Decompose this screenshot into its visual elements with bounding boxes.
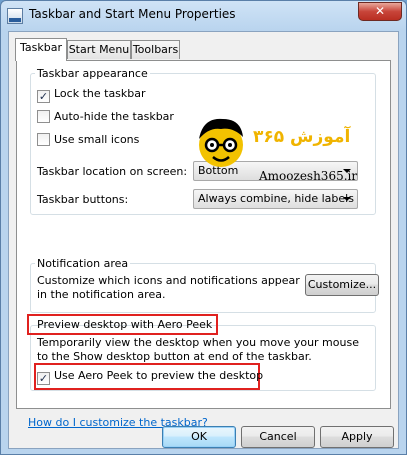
logo-text-en: Amoozesh365.ir xyxy=(259,169,358,183)
autohide-checkbox[interactable] xyxy=(37,110,50,123)
dialog-client-area: Taskbar Start Menu Toolbars Taskbar appe… xyxy=(8,31,399,449)
ok-button[interactable]: OK xyxy=(162,426,236,448)
small-icons-checkbox[interactable] xyxy=(37,133,50,146)
aero-peek-checkbox[interactable]: ✓ xyxy=(37,372,50,385)
autohide-row[interactable]: Auto-hide the taskbar xyxy=(37,110,174,123)
cancel-button[interactable]: Cancel xyxy=(241,426,315,448)
autohide-label: Auto-hide the taskbar xyxy=(54,110,174,123)
tab-taskbar[interactable]: Taskbar xyxy=(15,38,67,61)
buttons-select-value: Always combine, hide labels xyxy=(198,192,354,205)
customize-button[interactable]: Customize... xyxy=(305,274,379,296)
taskbar-tab-panel: Taskbar appearance ✓ Lock the taskbar Aut… xyxy=(16,60,391,429)
buttons-label: Taskbar buttons: xyxy=(37,193,129,206)
aero-peek-description: Temporarily view the desktop when you mo… xyxy=(37,336,359,363)
properties-window: Taskbar and Start Menu Properties ✕ Task… xyxy=(0,0,407,455)
lock-taskbar-row[interactable]: ✓ Lock the taskbar xyxy=(37,87,146,103)
taskbar-appearance-title: Taskbar appearance xyxy=(35,67,150,80)
taskbar-app-icon xyxy=(7,8,23,24)
aero-peek-title: Preview desktop with Aero Peek xyxy=(37,318,213,331)
tab-toolbars[interactable]: Toolbars xyxy=(131,40,180,59)
window-title: Taskbar and Start Menu Properties xyxy=(29,7,236,21)
location-label: Taskbar location on screen: xyxy=(37,165,188,178)
aero-peek-label: Use Aero Peek to preview the desktop xyxy=(54,369,264,382)
notification-area-title: Notification area xyxy=(35,257,131,270)
apply-button[interactable]: Apply xyxy=(320,426,394,448)
small-icons-row[interactable]: Use small icons xyxy=(37,133,139,146)
chevron-down-icon xyxy=(343,197,351,201)
lock-taskbar-checkbox[interactable]: ✓ xyxy=(37,90,50,103)
close-button[interactable]: ✕ xyxy=(358,2,402,21)
title-bar[interactable]: Taskbar and Start Menu Properties ✕ xyxy=(1,1,406,31)
notification-area-description: Customize which icons and notifications … xyxy=(37,274,300,301)
watermark-logo: آموزش ۳۶۵ Amoozesh365.ir xyxy=(193,113,378,193)
aero-peek-row[interactable]: ✓ Use Aero Peek to preview the desktop xyxy=(37,369,263,385)
logo-text-fa: آموزش ۳۶۵ xyxy=(253,127,351,147)
small-icons-label: Use small icons xyxy=(54,133,140,146)
mascot-icon xyxy=(199,118,243,167)
tab-start-menu[interactable]: Start Menu xyxy=(67,40,131,59)
lock-taskbar-label: Lock the taskbar xyxy=(54,87,146,100)
